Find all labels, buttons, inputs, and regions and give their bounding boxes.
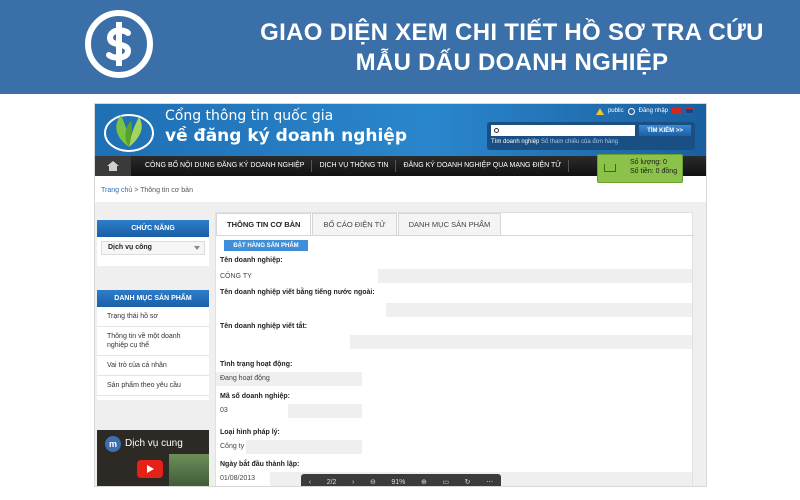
banner-title-line2: MẪU DẤU DOANH NGHIỆP <box>355 49 669 76</box>
chevron-right-icon[interactable]: › <box>352 479 354 486</box>
banner-title-line1: GIAO DIỆN XEM CHI TIẾT HỒ SƠ TRA CỨU <box>260 19 764 46</box>
zoom-out-icon[interactable]: ⊖ <box>370 478 376 486</box>
detail-panel: THÔNG TIN CƠ BẢN BỐ CÁO ĐIỆN TỬ DANH MỤC… <box>215 212 694 486</box>
site-header: Cổng thông tin quốc gia về đăng ký doanh… <box>95 104 706 156</box>
fit-page-icon[interactable]: ▭ <box>442 478 449 486</box>
field-bar <box>288 404 362 418</box>
search-box: TÌM KIẾM >> Tìm doanh nghiệp Số tham chi… <box>487 122 695 150</box>
field-label-legal-type: Loại hình pháp lý: <box>220 429 280 436</box>
site-name-line1: Cổng thông tin quốc gia <box>165 108 334 124</box>
search-tab-business[interactable]: Tìm doanh nghiệp <box>491 139 539 145</box>
cart-amount: Số tiền: 0 đồng <box>630 168 678 175</box>
chevron-down-icon <box>194 246 200 250</box>
more-icon[interactable]: ⋯ <box>486 478 493 486</box>
tab-divider <box>216 235 694 236</box>
home-icon <box>107 161 119 171</box>
function-select[interactable]: Dịch vụ công <box>101 241 205 255</box>
english-flag-icon[interactable] <box>685 108 694 114</box>
sidebar-item-custom-product[interactable]: Sản phẩm theo yêu cầu <box>97 376 209 396</box>
detail-tabs: THÔNG TIN CƠ BẢN BỐ CÁO ĐIỆN TỬ DANH MỤC… <box>216 213 502 235</box>
breadcrumb-current: Thông tin cơ bản <box>140 187 193 194</box>
banner: GIAO DIỆN XEM CHI TIẾT HỒ SƠ TRA CỨU MẪU… <box>0 0 800 94</box>
field-label-foreign-name: Tên doanh nghiệp viết bằng tiếng nước ng… <box>220 289 375 296</box>
nav-item-info-service[interactable]: DỊCH VỤ THÔNG TIN <box>312 160 397 172</box>
field-bar <box>350 335 692 349</box>
field-bar <box>386 303 692 317</box>
cart-icon <box>604 164 616 172</box>
search-input[interactable] <box>491 125 635 136</box>
cart-quantity: Số lượng: 0 <box>630 159 667 166</box>
field-value-company-name: CÔNG TY <box>220 273 252 280</box>
field-bar <box>246 440 362 454</box>
pdf-zoom-level: 91% <box>391 478 406 486</box>
zoom-in-icon[interactable]: ⊕ <box>421 478 427 486</box>
field-bar <box>378 269 692 283</box>
sidebar-item-status[interactable]: Trạng thái hồ sơ <box>97 307 209 327</box>
category-heading: DANH MỤC SẢN PHẨM <box>97 290 209 307</box>
tab-e-announcement[interactable]: BỐ CÁO ĐIỆN TỬ <box>312 213 397 235</box>
breadcrumb-home[interactable]: Trang chủ <box>101 187 132 194</box>
nav-item-publish[interactable]: CÔNG BỐ NỘI DUNG ĐĂNG KÝ DOANH NGHIỆP <box>131 160 313 172</box>
home-button[interactable] <box>95 156 131 176</box>
field-label-company-name: Tên doanh nghiệp: <box>220 257 283 264</box>
top-links: public Đăng nhập <box>595 105 694 117</box>
tab-basic-info[interactable]: THÔNG TIN CƠ BẢN <box>216 213 312 235</box>
dollar-coin-logo-icon <box>85 10 153 78</box>
field-value-enterprise-code: 03 <box>220 407 228 414</box>
field-value-operating-status: Đang hoạt động <box>220 375 270 382</box>
video-title: Dịch vụ cung <box>125 438 183 449</box>
search-icon <box>494 128 499 133</box>
sidebar-item-company-info[interactable]: Thông tin về một doanh nghiệp cụ thể <box>97 327 209 356</box>
public-link[interactable]: public <box>608 108 624 114</box>
breadcrumb-separator: > <box>132 187 141 194</box>
channel-avatar: m <box>105 436 121 452</box>
field-label-founding-date: Ngày bắt đầu thành lập: <box>220 461 300 468</box>
video-thumbnail[interactable]: m Dịch vụ cung <box>97 430 209 486</box>
site-name-line2: về đăng ký doanh nghiệp <box>165 126 408 146</box>
rotate-icon[interactable]: ↻ <box>465 478 471 486</box>
field-label-operating-status: Tình trạng hoạt động: <box>220 361 293 368</box>
pdf-page-indicator: 2/2 <box>326 478 337 486</box>
function-heading: CHỨC NĂNG <box>97 220 209 237</box>
vietnamese-flag-icon[interactable] <box>672 108 681 114</box>
sidebar-item-personal-role[interactable]: Vai trò của cá nhân <box>97 356 209 376</box>
search-tab-order-ref[interactable]: Số tham chiếu của đơn hàng <box>541 139 618 145</box>
function-panel: CHỨC NĂNG Dịch vụ công <box>97 220 209 266</box>
banner-title: GIAO DIỆN XEM CHI TIẾT HỒ SƠ TRA CỨU MẪU… <box>232 18 792 78</box>
nav-item-online-registration[interactable]: ĐĂNG KÝ DOANH NGHIỆP QUA MẠNG ĐIỆN TỬ <box>396 160 570 172</box>
field-value-legal-type: Công ty <box>220 443 245 450</box>
search-button[interactable]: TÌM KIẾM >> <box>639 125 691 136</box>
field-label-short-name: Tên doanh nghiệp viết tắt: <box>220 323 308 330</box>
play-icon[interactable] <box>137 460 163 478</box>
power-icon <box>627 107 635 115</box>
warning-icon <box>595 107 604 115</box>
breadcrumb: Trang chủ > Thông tin cơ bản <box>101 187 193 194</box>
cart-summary[interactable]: Số lượng: 0 Số tiền: 0 đồng <box>597 154 683 183</box>
tab-product-list[interactable]: DANH MỤC SẢN PHẨM <box>397 213 502 235</box>
order-product-button[interactable]: ĐẶT HÀNG SẢN PHẨM <box>224 240 308 251</box>
field-label-enterprise-code: Mã số doanh nghiệp: <box>220 393 290 400</box>
video-scene <box>169 454 209 486</box>
leaf-logo-icon <box>104 114 154 152</box>
pdf-toolbar: ‹ 2/2 › ⊖ 91% ⊕ ▭ ↻ ⋯ <box>301 474 501 486</box>
product-category-panel: DANH MỤC SẢN PHẨM Trạng thái hồ sơ Thông… <box>97 290 209 400</box>
chevron-left-icon[interactable]: ‹ <box>309 479 311 486</box>
function-select-value: Dịch vụ công <box>108 244 152 251</box>
login-link[interactable]: Đăng nhập <box>639 108 668 114</box>
portal-screenshot: Cổng thông tin quốc gia về đăng ký doanh… <box>94 103 707 487</box>
field-value-founding-date: 01/08/2013 <box>220 475 256 482</box>
